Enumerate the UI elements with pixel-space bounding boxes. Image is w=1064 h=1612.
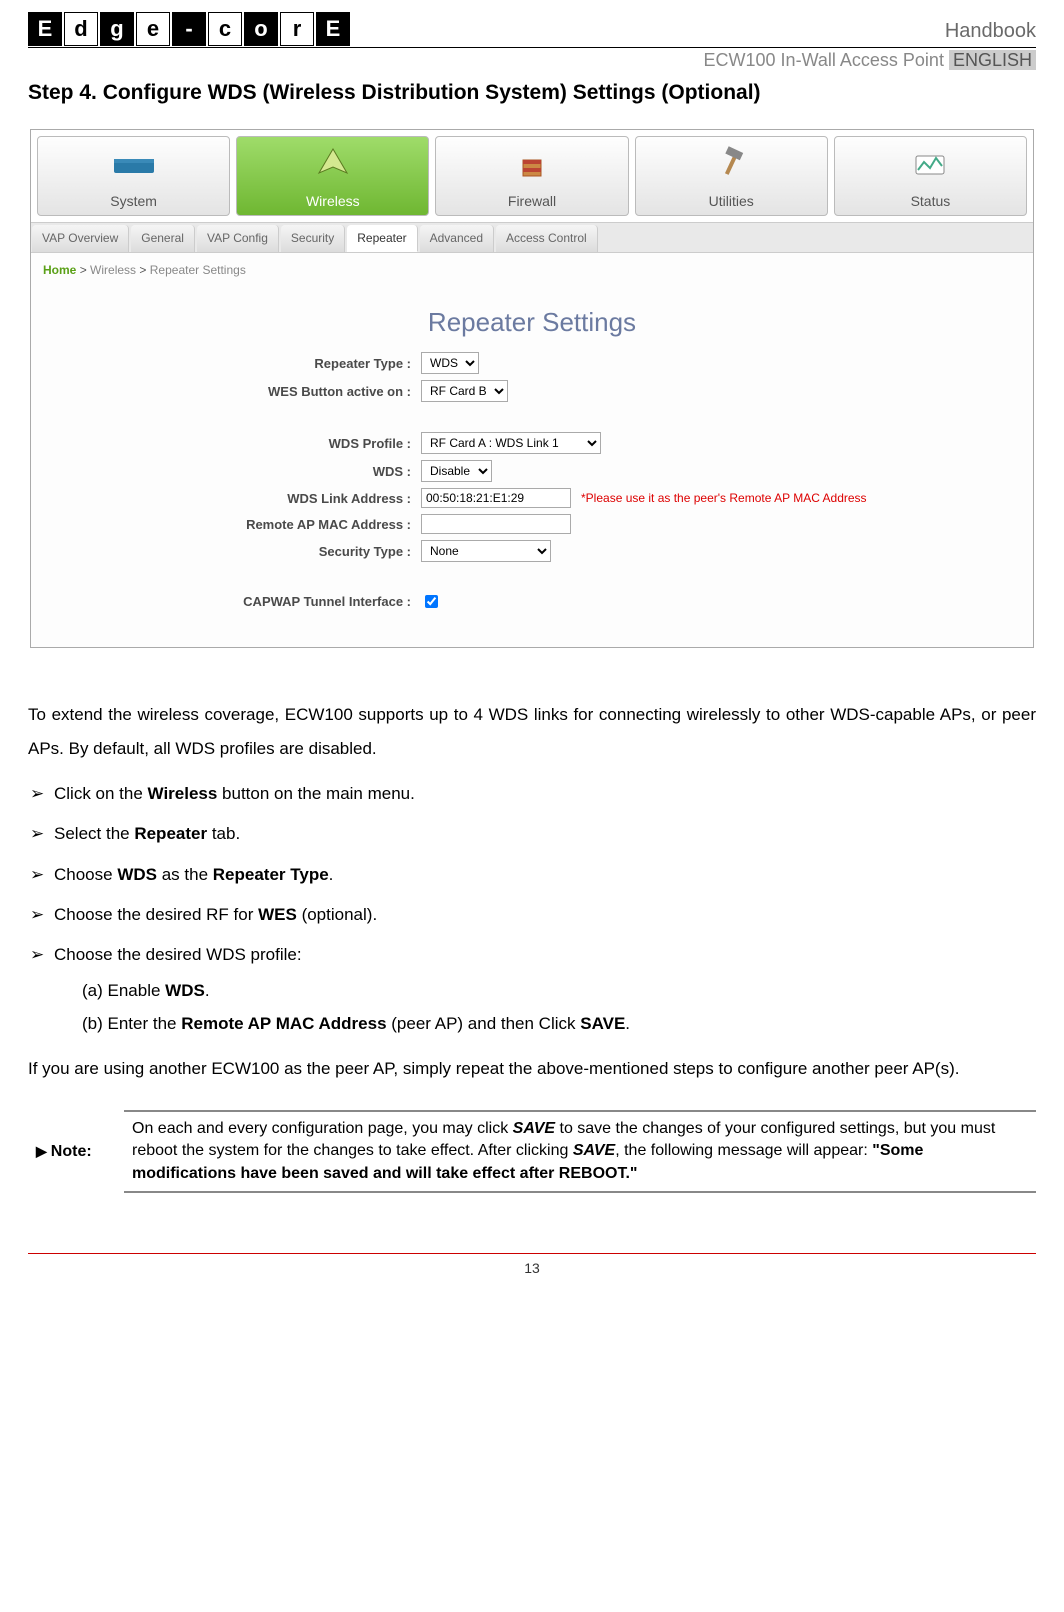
outro-paragraph: If you are using another ECW100 as the p…	[28, 1052, 1036, 1086]
router-icon	[110, 137, 158, 193]
remote-mac-input[interactable]	[421, 514, 571, 534]
firewall-icon	[515, 137, 549, 193]
repeater-type-select[interactable]: WDS	[421, 352, 479, 374]
note-content: On each and every configuration page, yo…	[124, 1111, 1036, 1192]
breadcrumb-page: Repeater Settings	[150, 263, 246, 277]
product-line: ECW100 In-Wall Access Point ENGLISH	[28, 50, 1036, 71]
language-badge: ENGLISH	[949, 50, 1036, 70]
sub-nav: VAP Overview General VAP Config Security…	[31, 222, 1033, 253]
logo-letter: r	[280, 12, 314, 46]
note-box: ▶Note: On each and every configuration p…	[28, 1110, 1036, 1193]
capwap-checkbox[interactable]	[425, 595, 438, 608]
nav-label: System	[110, 193, 157, 209]
list-item: Choose the desired WDS profile: (a) Enab…	[54, 939, 1036, 1040]
tab-security[interactable]: Security	[281, 225, 345, 252]
list-item: Choose WDS as the Repeater Type.	[54, 859, 1036, 891]
sublist-item: (a) Enable WDS.	[82, 975, 1036, 1007]
main-nav: System Wireless Firewall Utilities	[31, 130, 1033, 222]
wds-link-address-input[interactable]	[421, 488, 571, 508]
wds-label: WDS :	[71, 464, 421, 479]
step-heading: Step 4. Configure WDS (Wireless Distribu…	[28, 81, 1036, 105]
note-label-cell: ▶Note:	[28, 1111, 124, 1192]
capwap-label: CAPWAP Tunnel Interface :	[71, 594, 421, 609]
breadcrumb: Home > Wireless > Repeater Settings	[31, 253, 1033, 287]
breadcrumb-home[interactable]: Home	[43, 263, 76, 277]
page-number: 13	[524, 1260, 540, 1276]
logo-letter: E	[28, 12, 62, 46]
logo-letter: c	[208, 12, 242, 46]
wds-select[interactable]: Disable	[421, 460, 492, 482]
list-item: Select the Repeater tab.	[54, 818, 1036, 850]
logo-letter: o	[244, 12, 278, 46]
tab-vap-config[interactable]: VAP Config	[197, 225, 279, 252]
tab-access-control[interactable]: Access Control	[496, 225, 598, 252]
panel-title: Repeater Settings	[31, 307, 1033, 338]
product-name: ECW100 In-Wall Access Point	[704, 50, 944, 70]
wds-link-address-label: WDS Link Address :	[71, 491, 421, 506]
nav-firewall-button[interactable]: Firewall	[435, 136, 628, 216]
form-area: Repeater Type : WDS WES Button active on…	[31, 352, 1033, 647]
breadcrumb-section[interactable]: Wireless	[90, 263, 136, 277]
security-type-select[interactable]: None	[421, 540, 551, 562]
page-footer: 13	[28, 1253, 1036, 1276]
nav-label: Utilities	[709, 193, 754, 209]
logo-letter: e	[136, 12, 170, 46]
tab-advanced[interactable]: Advanced	[420, 225, 494, 252]
repeater-type-label: Repeater Type :	[71, 356, 421, 371]
tab-repeater[interactable]: Repeater	[347, 225, 417, 252]
sublist-item: (b) Enter the Remote AP MAC Address (pee…	[82, 1008, 1036, 1040]
wds-link-hint: *Please use it as the peer's Remote AP M…	[581, 491, 867, 505]
tab-vap-overview[interactable]: VAP Overview	[32, 225, 129, 252]
nav-utilities-button[interactable]: Utilities	[635, 136, 828, 216]
security-type-label: Security Type :	[71, 544, 421, 559]
instruction-list: Click on the Wireless button on the main…	[28, 778, 1036, 1040]
wds-profile-label: WDS Profile :	[71, 436, 421, 451]
remote-mac-label: Remote AP MAC Address :	[71, 517, 421, 532]
list-item: Click on the Wireless button on the main…	[54, 778, 1036, 810]
wes-button-select[interactable]: RF Card B	[421, 380, 508, 402]
nav-system-button[interactable]: System	[37, 136, 230, 216]
logo-letter: E	[316, 12, 350, 46]
logo-letter: d	[64, 12, 98, 46]
nav-wireless-button[interactable]: Wireless	[236, 136, 429, 216]
tab-general[interactable]: General	[131, 225, 195, 252]
breadcrumb-sep: >	[139, 263, 146, 277]
intro-paragraph: To extend the wireless coverage, ECW100 …	[28, 698, 1036, 766]
nav-status-button[interactable]: Status	[834, 136, 1027, 216]
wds-profile-select[interactable]: RF Card A : WDS Link 1	[421, 432, 601, 454]
breadcrumb-sep: >	[80, 263, 87, 277]
status-icon	[910, 137, 950, 193]
wireless-icon	[313, 137, 353, 193]
note-marker-icon: ▶	[36, 1143, 47, 1159]
logo-letter: -	[172, 12, 206, 46]
logo-letter: g	[100, 12, 134, 46]
nav-label: Status	[911, 193, 951, 209]
list-item: Choose the desired RF for WES (optional)…	[54, 899, 1036, 931]
wes-button-label: WES Button active on :	[71, 384, 421, 399]
nav-label: Firewall	[508, 193, 556, 209]
hammer-icon	[711, 137, 751, 193]
nav-label: Wireless	[306, 193, 360, 209]
ui-screenshot: System Wireless Firewall Utilities	[30, 129, 1034, 648]
